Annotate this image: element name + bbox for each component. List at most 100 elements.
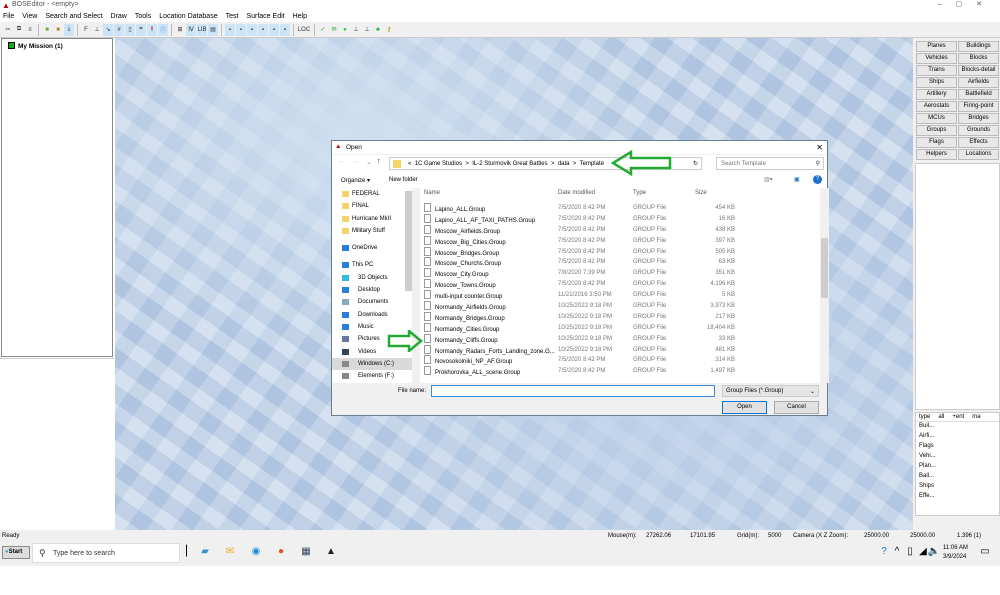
- object-list-item[interactable]: Ships: [916, 482, 999, 492]
- col-type[interactable]: Type: [633, 188, 695, 199]
- mail-icon[interactable]: ✉: [329, 24, 339, 36]
- category-button-trains[interactable]: Trains: [916, 65, 957, 76]
- clock-date[interactable]: 3/9/2024: [943, 554, 966, 560]
- chevron-up-icon[interactable]: ^: [890, 546, 904, 560]
- category-button-locations[interactable]: Locations: [958, 149, 999, 160]
- close-icon[interactable]: ✕: [816, 143, 823, 152]
- object-list-item[interactable]: Vehi...: [916, 452, 999, 462]
- usb-icon[interactable]: ▯: [903, 546, 917, 560]
- notification-icon[interactable]: ▭: [978, 546, 992, 560]
- mcu-icon-1[interactable]: ▪: [225, 23, 235, 36]
- refresh-icon[interactable]: ↻: [693, 160, 698, 167]
- col-date-modified[interactable]: Date modified: [558, 188, 633, 199]
- task-view-icon[interactable]: ▏: [183, 546, 197, 560]
- category-button-effects[interactable]: Effects: [958, 137, 999, 148]
- col-all[interactable]: all: [938, 414, 944, 420]
- organize-button[interactable]: Organize ▾: [341, 177, 370, 184]
- menu-help[interactable]: Help: [293, 13, 307, 20]
- up-icon[interactable]: ↑: [377, 158, 381, 165]
- new-folder-button[interactable]: New folder: [389, 177, 418, 183]
- nav-scrollbar[interactable]: [405, 191, 412, 291]
- file-row[interactable]: Normandy_Cliffs.Group 10/25/2022 9:18 PM G…: [420, 334, 820, 345]
- file-row[interactable]: Normandy_Bridges.Group 10/25/2022 9:18 PM…: [420, 312, 820, 323]
- layer-icon[interactable]: ■: [42, 24, 52, 36]
- tree-icon[interactable]: ♣: [373, 24, 383, 36]
- clock-time[interactable]: 11:06 AM: [943, 545, 968, 551]
- check-icon[interactable]: ✓: [318, 24, 328, 36]
- menu-location-database[interactable]: Location Database: [159, 13, 217, 20]
- menu-draw[interactable]: Draw: [111, 13, 127, 20]
- search-box[interactable]: Search Template ⚲: [716, 157, 824, 170]
- mcu-icon-6[interactable]: ▪: [280, 23, 290, 36]
- file-row[interactable]: Lapino_ALL.Group 7/5/2020 8:42 PM GROUP Fi…: [420, 203, 820, 214]
- set-icon[interactable]: ⌗: [136, 23, 146, 36]
- frame-icon[interactable]: ▯: [125, 23, 135, 36]
- category-button-ships[interactable]: Ships: [916, 77, 957, 88]
- dot-icon[interactable]: ●: [340, 24, 350, 36]
- navigation-pane[interactable]: FEDERAL FINAL Hurricane MkII Military Stuff…: [332, 188, 412, 383]
- breadcrumb-template[interactable]: Template: [580, 161, 604, 167]
- file-row[interactable]: multi-input counter.Group 11/21/2016 3:50…: [420, 290, 820, 301]
- layers-icon[interactable]: ■: [53, 24, 63, 36]
- art-icon[interactable]: ‼: [147, 23, 157, 36]
- file-list-scrollbar[interactable]: [820, 188, 829, 383]
- menu-search-select[interactable]: Search and Select: [45, 13, 102, 20]
- mcu-icon-3[interactable]: ▪: [247, 23, 257, 36]
- file-row[interactable]: Moscow_City.Group 7/8/2020 7:39 PM GROUP F…: [420, 268, 820, 279]
- col-type[interactable]: type: [919, 414, 930, 420]
- tv-icon[interactable]: Ⅳ: [186, 23, 196, 36]
- mcu-icon-4[interactable]: ▪: [258, 23, 268, 36]
- breadcrumb-1c-game-studios[interactable]: 1C Game Studios: [415, 161, 462, 167]
- back-icon[interactable]: ←: [338, 158, 345, 165]
- menu-view[interactable]: View: [22, 13, 37, 20]
- level-icon-1[interactable]: ⊥: [351, 24, 361, 36]
- category-button-grounds[interactable]: Grounds: [958, 125, 999, 136]
- start-button[interactable]: ●Start: [2, 546, 30, 559]
- f-icon[interactable]: F: [81, 24, 91, 36]
- copy-icon[interactable]: ⧉: [14, 24, 24, 36]
- app-icon-2[interactable]: ✉: [223, 546, 237, 560]
- file-row[interactable]: Moscow_Bridges.Group 7/5/2020 8:42 PM GROU…: [420, 247, 820, 258]
- category-button-blocks[interactable]: Blocks: [958, 53, 999, 64]
- col-name[interactable]: Name: [420, 188, 558, 199]
- info-icon[interactable]: ⓘ: [158, 23, 168, 36]
- boseditor-task-icon[interactable]: ▲: [324, 546, 338, 560]
- category-button-artillery[interactable]: Artillery: [916, 89, 957, 100]
- nav-item[interactable]: OneDrive: [332, 242, 412, 254]
- col-ent[interactable]: +ent: [952, 414, 964, 420]
- ground-icon[interactable]: ⊥: [92, 24, 102, 36]
- loc-button[interactable]: LOC: [297, 24, 311, 36]
- window-controls[interactable]: –▢✕: [938, 0, 996, 8]
- paste-icon[interactable]: ≡: [25, 24, 35, 36]
- file-row[interactable]: Normandy_Airfields.Group 10/25/2022 9:18 …: [420, 301, 820, 312]
- file-name-input[interactable]: [431, 385, 715, 397]
- help-tray-icon[interactable]: ?: [877, 546, 891, 560]
- breadcrumb-data[interactable]: data: [558, 161, 570, 167]
- nav-item[interactable]: Documents: [332, 296, 412, 308]
- category-button-bridges[interactable]: Bridges: [958, 113, 999, 124]
- breadcrumb-overflow[interactable]: «: [408, 161, 411, 167]
- calculator-icon[interactable]: ▦: [299, 546, 313, 560]
- nav-item[interactable]: FEDERAL: [332, 188, 412, 200]
- menu-surface-edit[interactable]: Surface Edit: [246, 13, 284, 20]
- file-row[interactable]: Moscow_Churchs.Group 7/5/2020 8:42 PM GROU…: [420, 257, 820, 268]
- open-button[interactable]: Open: [722, 401, 767, 414]
- key-icon[interactable]: ⚷: [384, 24, 394, 36]
- nav-item[interactable]: Windows (C:): [332, 357, 412, 371]
- nav-item[interactable]: Desktop: [332, 284, 412, 296]
- view-options-icon[interactable]: ▥▾: [764, 176, 773, 183]
- category-button-groups[interactable]: Groups: [916, 125, 957, 136]
- object-list[interactable]: type all +ent ma Buil... Airfi... Flags Veh…: [915, 412, 1000, 516]
- file-row[interactable]: Prokhorovka_ALL_scene.Group 7/5/2020 8:42…: [420, 366, 820, 377]
- cut-icon[interactable]: ✂: [3, 24, 13, 36]
- col-ma[interactable]: ma: [972, 414, 980, 420]
- bp-icon[interactable]: ▤: [208, 23, 218, 36]
- filter-icon[interactable]: ⊞: [175, 24, 185, 36]
- category-button-vehicles[interactable]: Vehicles: [916, 53, 957, 64]
- file-list[interactable]: Name Date modified Type Size Lapino_ALL.…: [420, 188, 820, 383]
- file-row[interactable]: Moscow_Airfields.Group 7/5/2020 8:42 PM GR…: [420, 225, 820, 236]
- object-list-item[interactable]: Plan...: [916, 462, 999, 472]
- nav-item[interactable]: Military Stuff: [332, 225, 412, 237]
- firefox-icon[interactable]: ●: [274, 546, 288, 560]
- object-list-item[interactable]: Flags: [916, 442, 999, 452]
